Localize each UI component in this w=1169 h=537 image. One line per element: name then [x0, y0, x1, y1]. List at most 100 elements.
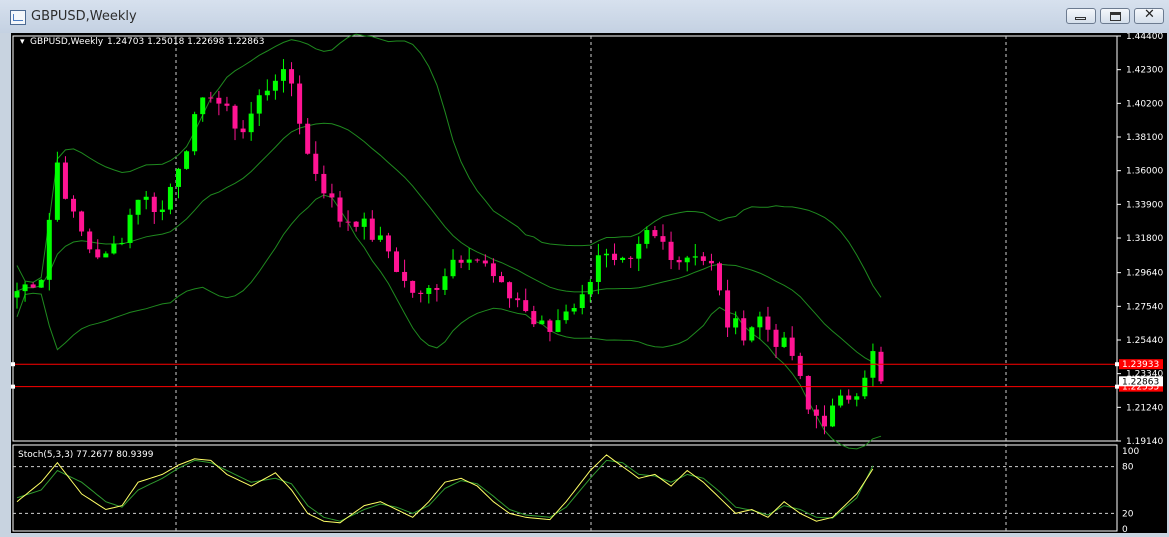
bear-candle — [797, 355, 803, 376]
bull-candle — [159, 209, 165, 212]
bull-candle — [119, 242, 125, 244]
horizontal-levels — [11, 362, 1119, 389]
bull-candle — [426, 287, 432, 294]
price-tick-label: 1.38100 — [1126, 133, 1163, 143]
bear-candle — [402, 271, 408, 281]
chart-area[interactable]: 1.44400 1.42300 1.40200 1.38100 1.36000 1.339… — [11, 32, 1167, 535]
price-window-frame — [12, 35, 1118, 442]
bull-candle — [595, 255, 601, 282]
stochastic-window: 100 80 20 0 — [13, 447, 1139, 535]
bear-candle — [660, 236, 666, 242]
bull-candle — [14, 291, 20, 298]
bear-candle — [232, 105, 238, 129]
price-tick-label: 1.33900 — [1126, 200, 1163, 210]
bear-candle — [71, 198, 77, 212]
bull-candle — [749, 327, 755, 341]
stoch-signal-line — [16, 459, 874, 522]
bull-candle — [555, 320, 561, 332]
bear-candle — [321, 173, 327, 194]
stoch-axis-label: 80 — [1122, 463, 1134, 473]
bear-candle — [523, 300, 529, 312]
bull-candle — [264, 90, 270, 96]
bull-candle — [587, 281, 593, 295]
bull-candle — [272, 80, 278, 91]
bull-candle — [692, 256, 698, 258]
bull-candle — [167, 186, 173, 210]
window-titlebar: GBPUSD,Weekly ✕ — [0, 0, 1169, 33]
price-axis: 1.44400 1.42300 1.40200 1.38100 1.36000 1.339… — [1117, 32, 1163, 447]
close-icon: ✕ — [1144, 7, 1155, 22]
bull-candle — [684, 257, 690, 263]
bull-candle — [450, 259, 456, 277]
bear-candle — [773, 329, 779, 347]
price-tick-label: 1.31800 — [1126, 234, 1163, 244]
price-tick-label: 1.44400 — [1126, 33, 1163, 42]
bull-candle — [46, 219, 52, 280]
stoch-axis-label: 0 — [1122, 525, 1128, 533]
bear-candle — [474, 259, 480, 261]
bull-candle — [38, 279, 44, 288]
bull-candle — [127, 214, 133, 243]
bear-candle — [789, 337, 795, 356]
bull-candle — [644, 230, 650, 244]
bull-candle — [143, 196, 149, 200]
bear-candle — [240, 128, 246, 133]
bear-candle — [79, 211, 85, 232]
bear-candle — [482, 260, 488, 264]
bear-candle — [765, 316, 771, 330]
price-tick-label: 1.25440 — [1126, 336, 1163, 346]
bear-candle — [345, 221, 351, 223]
price-tick-label: 1.36000 — [1126, 167, 1163, 177]
bear-candle — [208, 97, 214, 99]
bear-candle — [652, 230, 658, 237]
bear-candle — [612, 253, 618, 260]
bear-candle — [676, 260, 682, 263]
minimize-button[interactable] — [1066, 8, 1096, 24]
level-price-label: 1.23933 — [1122, 360, 1159, 370]
bull-candle — [22, 284, 28, 292]
window-title: GBPUSD,Weekly — [31, 9, 137, 24]
bear-candle — [458, 259, 464, 263]
bear-candle — [305, 123, 311, 154]
bear-candle — [337, 197, 343, 222]
price-tick-label: 1.42300 — [1126, 66, 1163, 76]
bull-candle — [579, 294, 585, 309]
bear-candle — [297, 83, 303, 124]
minimize-icon — [1075, 17, 1086, 20]
bull-candle — [192, 114, 198, 152]
bear-candle — [313, 153, 319, 174]
close-button[interactable]: ✕ — [1134, 7, 1164, 24]
bull-candle — [103, 253, 109, 258]
level-handle — [11, 362, 15, 367]
bull-candle — [135, 199, 141, 215]
price-tick-label: 1.27540 — [1126, 302, 1163, 312]
collapse-arrow-icon[interactable]: ▾ — [20, 37, 25, 47]
price-tick-label: 1.40200 — [1126, 99, 1163, 109]
bull-candle — [781, 337, 787, 347]
bear-candle — [700, 256, 706, 261]
bull-candle — [571, 308, 577, 312]
restore-button[interactable] — [1100, 8, 1130, 24]
price-chart-svg[interactable]: 1.44400 1.42300 1.40200 1.38100 1.36000 1.339… — [11, 32, 1167, 535]
bear-candle — [878, 351, 884, 382]
bear-candle — [369, 218, 375, 240]
bear-candle — [813, 409, 819, 416]
bull-candle — [757, 316, 763, 328]
bull-candle — [636, 243, 642, 259]
bull-candle — [854, 396, 860, 400]
level-handle — [11, 384, 15, 389]
bear-candle — [394, 251, 400, 272]
candles — [14, 59, 884, 435]
chart-header-ohlc: 1.24703 1.25018 1.22698 1.22863 — [107, 37, 264, 47]
bear-candle — [418, 292, 424, 294]
bear-candle — [717, 263, 723, 291]
bear-candle — [846, 395, 852, 400]
bull-candle — [563, 311, 569, 321]
bollinger-upper-band — [16, 33, 882, 298]
bear-candle — [434, 287, 440, 290]
chart-header-symbol: GBPUSD,Weekly — [30, 37, 104, 47]
bull-candle — [54, 162, 60, 220]
bear-candle — [329, 193, 335, 198]
bear-candle — [507, 282, 513, 299]
bull-candle — [733, 318, 739, 328]
